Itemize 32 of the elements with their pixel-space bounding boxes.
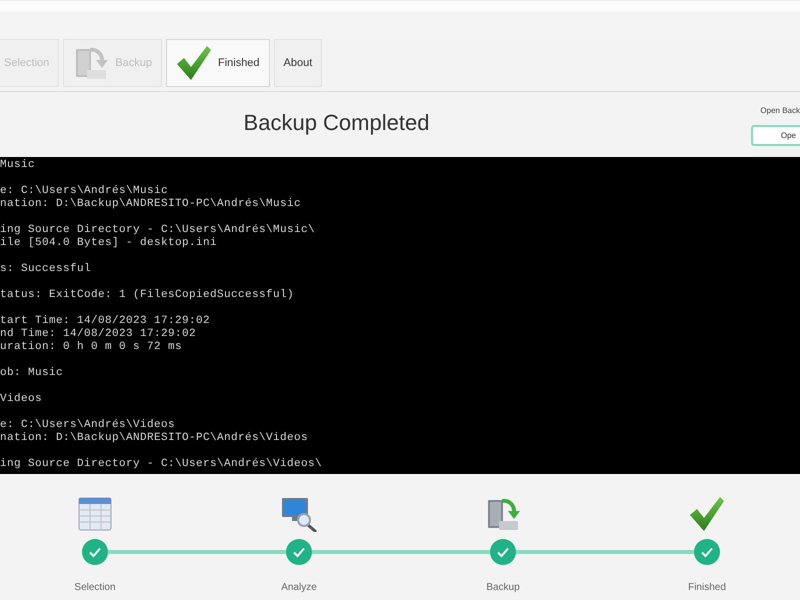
step-label: Finished bbox=[688, 582, 726, 592]
tab-label: About bbox=[284, 57, 312, 69]
step-label: Selection bbox=[74, 582, 116, 592]
monitor-magnifier-icon bbox=[281, 496, 317, 532]
console-line: e: C:\Users\Andrés\Music bbox=[0, 185, 168, 198]
console-line: tatus: ExitCode: 1 (FilesCopiedSuccessful) bbox=[0, 289, 294, 302]
console-line: tart Time: 14/08/2023 17:29:02 bbox=[0, 315, 210, 328]
tab-label: Finished bbox=[218, 57, 260, 69]
check-icon bbox=[176, 45, 212, 81]
table-icon bbox=[77, 496, 113, 532]
console-line: e: C:\Users\Andrés\Videos bbox=[0, 419, 176, 432]
server-icon bbox=[485, 496, 521, 532]
console-line: uration: 0 h 0 m 0 s 72 ms bbox=[0, 341, 182, 354]
open-backup-button[interactable]: Ope bbox=[751, 125, 800, 146]
tab[interactable]: Finished bbox=[166, 39, 270, 87]
console-line: nation: D:\Backup\ANDRESITO-PC\Andrés\Videos bbox=[0, 432, 308, 445]
check-icon bbox=[689, 496, 725, 532]
console-line: ob: Music bbox=[0, 367, 64, 380]
console-line: ile [504.0 Bytes] - desktop.ini bbox=[0, 237, 218, 250]
server-icon bbox=[73, 45, 110, 81]
tab[interactable]: About bbox=[274, 39, 322, 87]
page-title: Backup Completed bbox=[242, 110, 430, 136]
console-line: Music bbox=[0, 159, 36, 172]
console-line: s: Successful bbox=[0, 263, 92, 276]
console-line: Videos bbox=[0, 393, 42, 406]
open-backup-label: Open Back bbox=[760, 106, 800, 115]
console-line: ing Source Directory - C:\Users\Andrés\Music\ bbox=[0, 224, 316, 237]
console-line: nd Time: 14/08/2023 17:29:02 bbox=[0, 328, 196, 341]
console-line: ing Source Directory - C:\Users\Andrés\Videos\ bbox=[0, 458, 322, 471]
step-label: Backup bbox=[486, 582, 520, 592]
console-line: nation: D:\Backup\ANDRESITO-PC\Andrés\Music bbox=[0, 198, 302, 211]
step-label: Analyze bbox=[281, 582, 317, 592]
